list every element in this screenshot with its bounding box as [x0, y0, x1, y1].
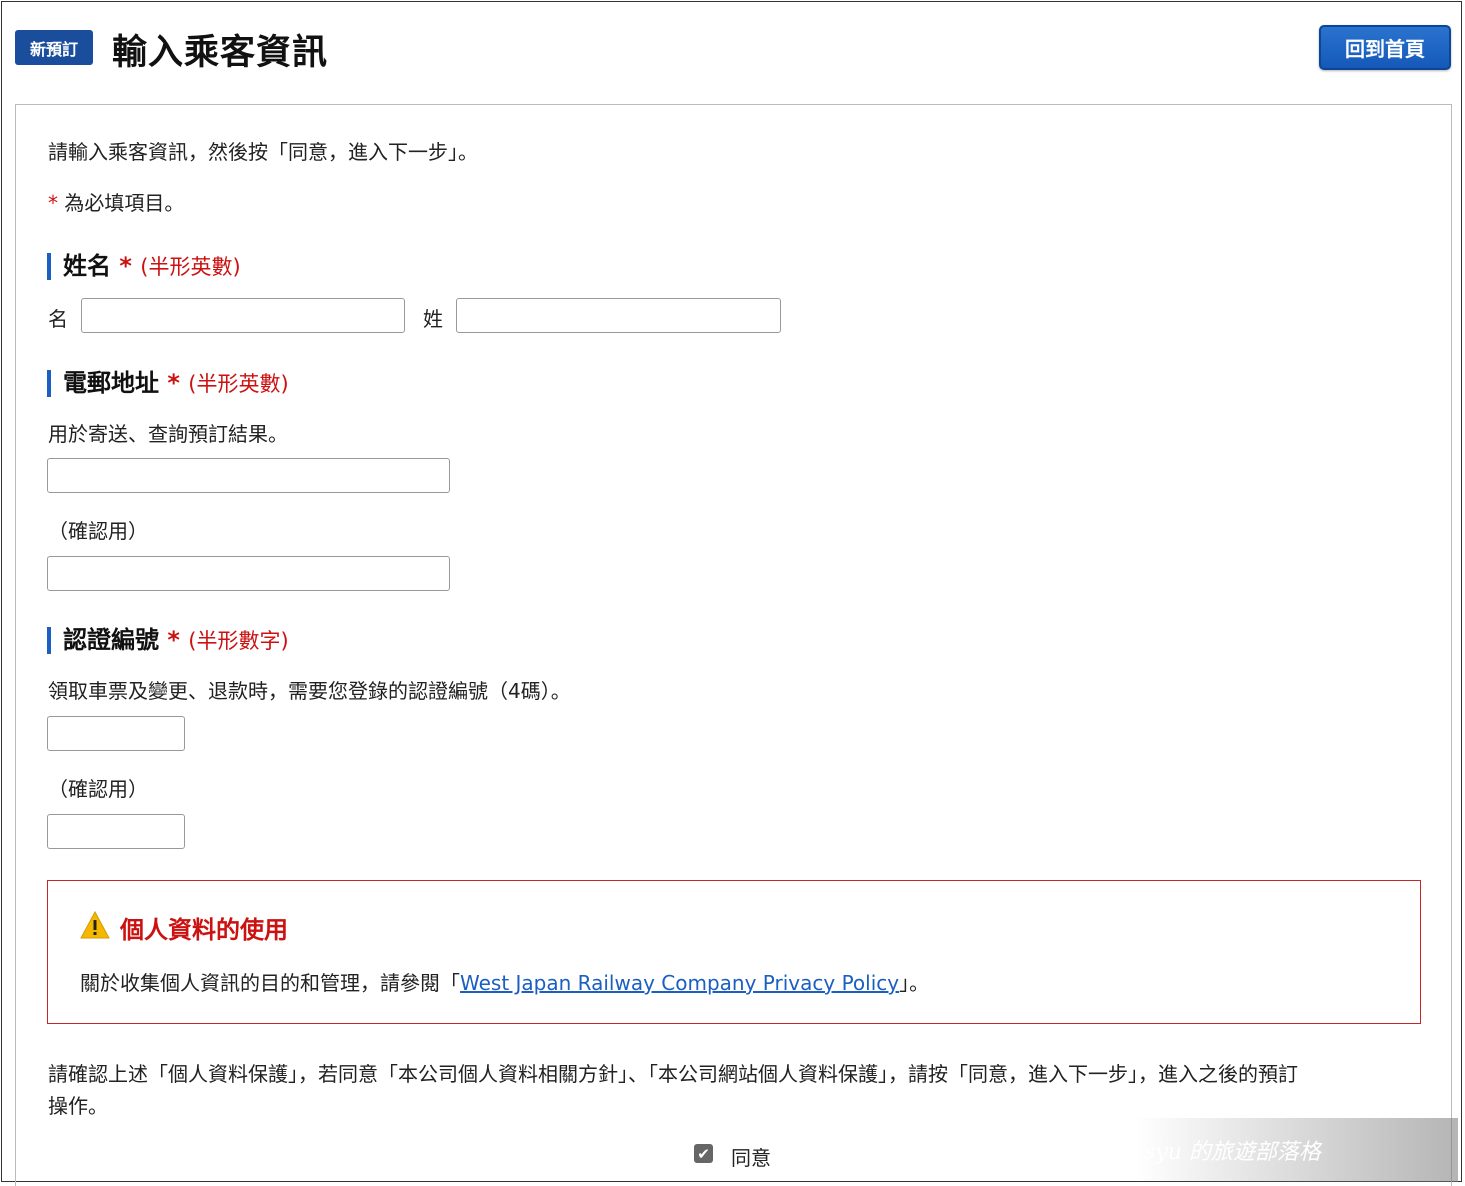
warning-icon [80, 910, 110, 943]
required-note-text: 為必填項目。 [64, 191, 185, 215]
new-booking-badge: 新預訂 [15, 30, 93, 65]
consent-text-line2: 操作。 [48, 1094, 108, 1118]
email-description: 用於寄送、查詢預訂結果。 [48, 422, 288, 446]
checkmark-icon: ✔ [697, 1144, 710, 1163]
pin-confirm-label: （確認用） [48, 777, 148, 801]
agree-checkbox[interactable]: ✔ [694, 1144, 713, 1163]
page-title: 輸入乘客資訊 [112, 33, 329, 73]
watermark: syu 的旅遊部落格 [1136, 1118, 1458, 1182]
name-format-note: (半形英數) [140, 255, 241, 279]
first-name-label: 名 [48, 307, 68, 331]
email-confirm-label: （確認用） [48, 519, 148, 543]
agree-label[interactable]: 同意 [731, 1142, 771, 1171]
required-asterisk: * [48, 191, 58, 215]
last-name-input[interactable] [456, 298, 781, 333]
pin-format-note: (半形數字) [188, 629, 289, 653]
privacy-notice-box [47, 880, 1421, 1024]
last-name-label: 姓 [423, 307, 443, 331]
email-confirm-input[interactable] [47, 556, 450, 591]
required-asterisk: * [119, 252, 132, 280]
required-asterisk: * [167, 626, 180, 654]
email-format-note: (半形英數) [188, 372, 289, 396]
instruction-text: 請輸入乘客資訊，然後按「同意，進入下一步」。 [48, 140, 478, 164]
pin-input[interactable] [47, 716, 185, 751]
email-section-title: 電郵地址 * (半形英數) [47, 370, 289, 397]
privacy-policy-link[interactable]: West Japan Railway Company Privacy Polic… [460, 971, 899, 995]
pin-section-title: 認證編號 * (半形數字) [47, 627, 289, 654]
privacy-text-after: 」。 [899, 971, 930, 995]
privacy-text: 關於收集個人資訊的目的和管理，請參閱「West Japan Railway Co… [80, 967, 929, 996]
name-title-text: 姓名 [63, 252, 111, 280]
pin-confirm-input[interactable] [47, 814, 185, 849]
pin-description: 領取車票及變更、退款時，需要您登錄的認證編號（4碼）。 [48, 679, 571, 703]
consent-text: 請確認上述「個人資料保護」，若同意「本公司個人資料相關方針」、「本公司網站個人資… [48, 1062, 1298, 1086]
privacy-title: 個人資料的使用 [120, 916, 288, 944]
first-name-input[interactable] [81, 298, 405, 333]
required-note: * 為必填項目。 [48, 187, 184, 216]
home-button[interactable]: 回到首頁 [1319, 25, 1451, 70]
email-input[interactable] [47, 458, 450, 493]
pin-title-text: 認證編號 [63, 626, 159, 654]
name-section-title: 姓名 * (半形英數) [47, 253, 241, 280]
required-asterisk: * [167, 369, 180, 397]
privacy-text-before: 關於收集個人資訊的目的和管理，請參閱「 [80, 971, 460, 995]
email-title-text: 電郵地址 [63, 369, 159, 397]
